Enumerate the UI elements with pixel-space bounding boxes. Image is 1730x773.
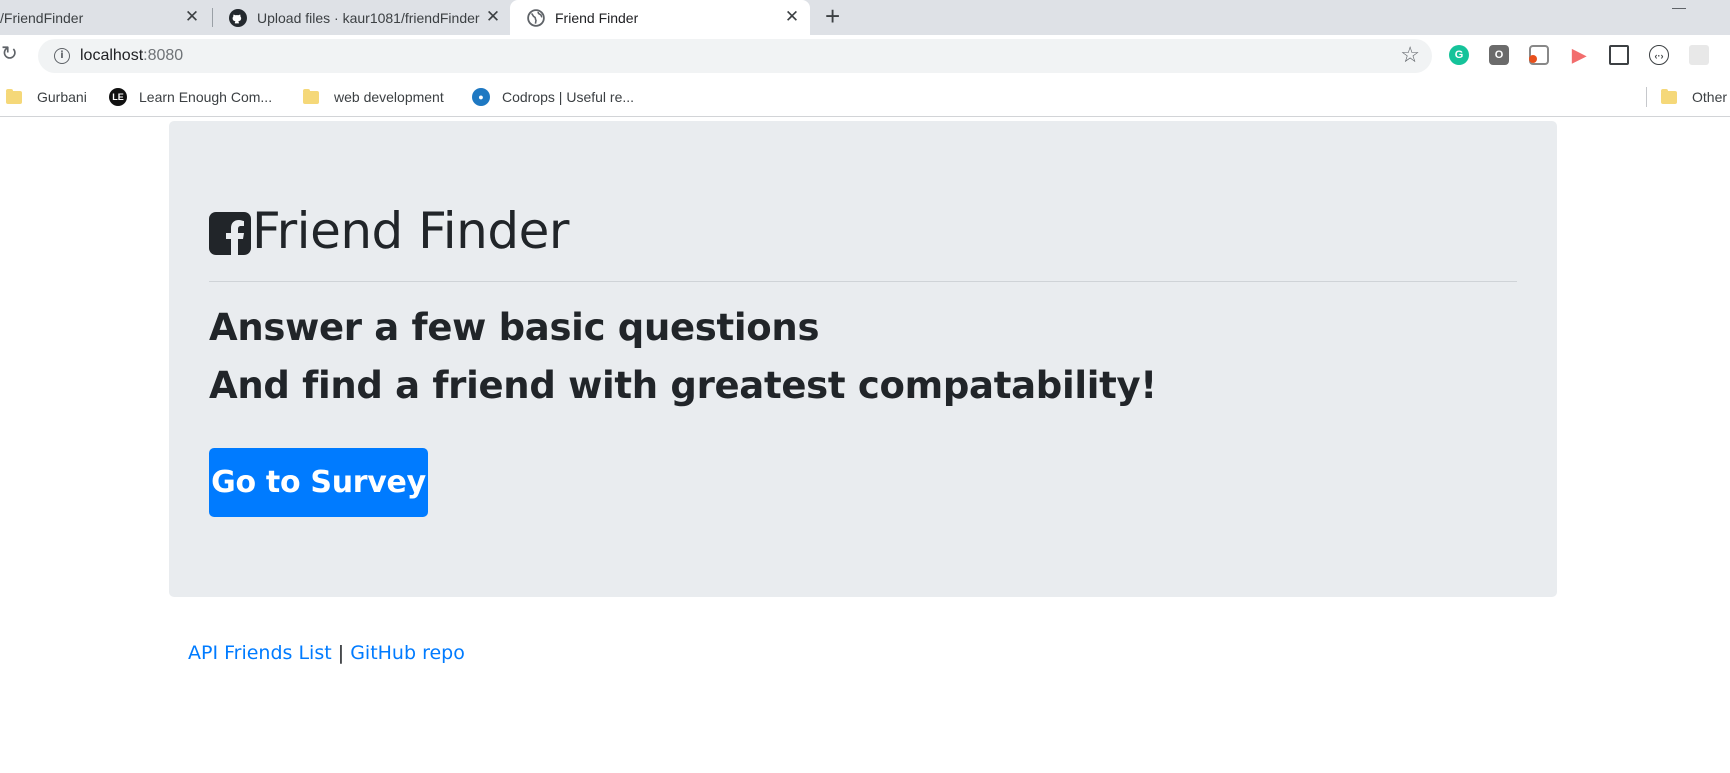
folder-icon: [1661, 88, 1677, 104]
bookmark-label: Learn Enough Com...: [139, 89, 273, 105]
extension-gray-icon[interactable]: [1689, 45, 1709, 65]
jumbotron: Friend Finder Answer a few basic questio…: [169, 121, 1557, 597]
reload-icon[interactable]: ↻: [1, 44, 18, 64]
url-host: localhost: [80, 47, 144, 64]
footer-links: API Friends List | GitHub repo: [188, 642, 465, 664]
code-extension-icon[interactable]: ‹·›: [1649, 45, 1669, 65]
bookmark-label: Codrops | Useful re...: [502, 89, 635, 105]
bookmarks-bar: Gurbani LE Learn Enough Com... web devel…: [0, 77, 1730, 117]
tab-friend-finder[interactable]: Friend Finder ✕: [510, 0, 810, 35]
close-icon[interactable]: ✕: [184, 8, 200, 25]
info-icon[interactable]: i: [54, 48, 70, 64]
tab-upload-files[interactable]: Upload files · kaur1081/friendFinder ✕: [225, 0, 505, 35]
bookmark-star-icon[interactable]: ☆: [1400, 43, 1420, 67]
tab-title: /FriendFinder: [0, 9, 84, 26]
minimize-icon[interactable]: [1672, 8, 1686, 9]
grammarly-icon[interactable]: G: [1449, 45, 1469, 65]
folder-icon: [303, 88, 319, 104]
folder-icon: [6, 88, 22, 104]
tab-strip: /FriendFinder ✕ Upload files · kaur1081/…: [0, 0, 1730, 35]
tab-title: Friend Finder: [555, 9, 639, 26]
bookmark-gurbani[interactable]: Gurbani: [6, 87, 87, 107]
bookmark-web-development[interactable]: web development: [303, 87, 444, 107]
bookmark-label: Other: [1692, 89, 1728, 105]
bookmark-label: web development: [334, 89, 444, 105]
url-port: :8080: [143, 47, 184, 64]
page-title: Friend Finder: [252, 202, 569, 260]
bookmark-label: Gurbani: [37, 89, 87, 105]
footer-separator: |: [337, 642, 345, 664]
github-icon: [229, 9, 247, 27]
facebook-square-icon: [209, 212, 251, 255]
go-to-survey-button[interactable]: Go to Survey: [209, 448, 428, 517]
close-icon[interactable]: ✕: [485, 8, 501, 25]
bookmark-codrops[interactable]: ● Codrops | Useful re...: [472, 87, 634, 107]
lead-text-1: Answer a few basic questions: [209, 306, 820, 349]
api-friends-list-link[interactable]: API Friends List: [188, 642, 332, 664]
screenshot-icon[interactable]: [1609, 45, 1629, 65]
new-tab-icon[interactable]: +: [825, 3, 840, 29]
office-icon[interactable]: [1529, 45, 1549, 65]
address-bar[interactable]: i localhost:8080 ☆: [38, 39, 1432, 73]
close-icon[interactable]: ✕: [784, 8, 800, 25]
tab-separator: [212, 8, 213, 27]
tab-title: Upload files · kaur1081/friendFinder: [257, 9, 480, 26]
extension-o-icon[interactable]: O: [1489, 45, 1509, 65]
learn-enough-icon: LE: [109, 88, 127, 106]
bookmark-learn-enough[interactable]: LE Learn Enough Com...: [109, 87, 272, 107]
github-repo-link[interactable]: GitHub repo: [350, 642, 465, 664]
bookmarks-separator: [1646, 87, 1647, 107]
tab-friendfinder-repo[interactable]: /FriendFinder ✕: [0, 0, 205, 35]
arrow-extension-icon[interactable]: ▶: [1569, 45, 1589, 65]
lead-text-2: And find a friend with greatest compatab…: [209, 364, 1157, 407]
divider: [209, 281, 1517, 282]
browser-toolbar: ↻ i localhost:8080 ☆ G O ▶ ‹·›: [0, 35, 1730, 77]
bookmark-other[interactable]: Other: [1661, 87, 1727, 107]
globe-icon: [527, 9, 545, 27]
codrops-icon: ●: [472, 88, 490, 106]
url-text: localhost:8080: [80, 47, 183, 65]
